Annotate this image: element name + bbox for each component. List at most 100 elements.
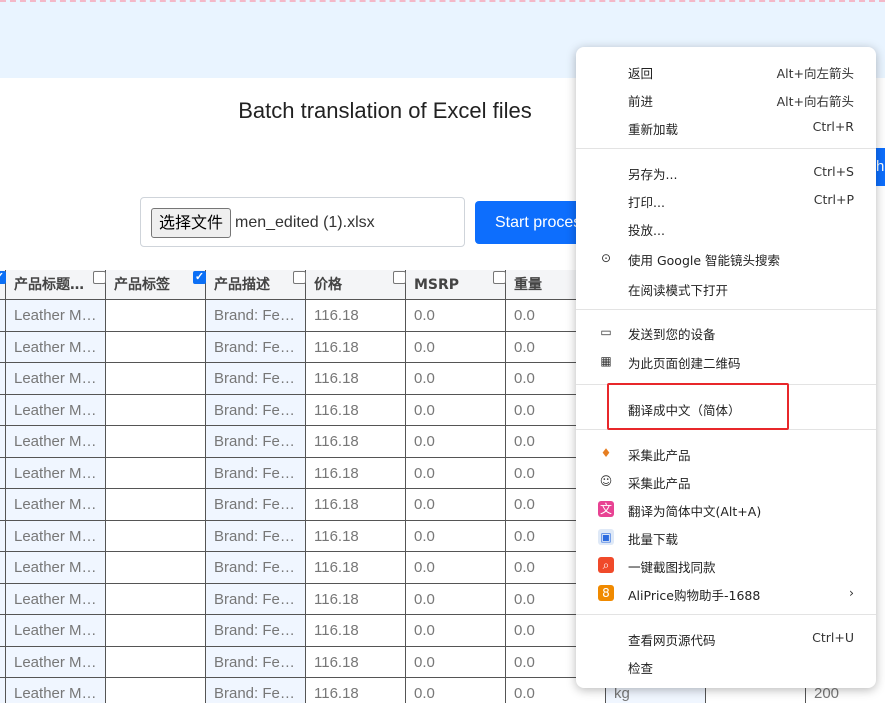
context-menu-item[interactable]: 另存为... Ctrl+S <box>576 159 876 185</box>
table-cell[interactable]: Leather M… <box>6 646 106 678</box>
robot-icon: ☺ <box>598 473 614 489</box>
table-cell[interactable]: 116.18 <box>306 583 406 615</box>
table-cell[interactable]: 116.18 <box>306 615 406 647</box>
table-cell[interactable]: 116.18 <box>306 331 406 363</box>
menu-item-label: 采集此产品 <box>628 448 691 463</box>
context-menu-item[interactable]: 重新加载 Ctrl+R <box>576 114 876 140</box>
column-header[interactable]: 产品标签 <box>106 270 206 300</box>
table-cell[interactable]: 0.0 <box>406 615 506 647</box>
table-cell[interactable]: 0.0 <box>406 394 506 426</box>
table-cell[interactable]: Brand: Fe… <box>206 331 306 363</box>
context-menu-item[interactable]: 前进 Alt+向右箭头 <box>576 86 876 112</box>
table-cell[interactable]: 0.0 <box>406 646 506 678</box>
table-cell[interactable]: Brand: Fe… <box>206 646 306 678</box>
table-cell[interactable] <box>106 426 206 458</box>
context-menu-item[interactable]: ▭ 发送到您的设备 <box>576 319 876 345</box>
context-menu-item[interactable]: 打印... Ctrl+P <box>576 187 876 213</box>
table-cell[interactable]: 0.0 <box>406 457 506 489</box>
table-cell[interactable]: Leather M… <box>6 426 106 458</box>
column-select-checkbox[interactable] <box>93 271 106 284</box>
table-cell[interactable] <box>106 583 206 615</box>
context-menu-item[interactable]: 投放... <box>576 215 876 241</box>
table-cell[interactable]: Brand: Fe… <box>206 394 306 426</box>
table-cell[interactable]: 116.18 <box>306 394 406 426</box>
table-cell[interactable]: 0.0 <box>406 678 506 703</box>
table-cell[interactable]: 116.18 <box>306 678 406 703</box>
table-cell[interactable]: Brand: Fe… <box>206 426 306 458</box>
table-cell[interactable]: Leather M… <box>6 300 106 332</box>
table-cell[interactable]: Leather M… <box>6 331 106 363</box>
menu-item-label: 采集此产品 <box>628 476 691 491</box>
column-select-checkbox[interactable] <box>393 271 406 284</box>
column-select-checkbox[interactable] <box>493 271 506 284</box>
column-header[interactable]: 产品描述 <box>206 270 306 300</box>
choose-file-button[interactable]: 选择文件 <box>151 208 232 238</box>
table-cell[interactable]: Leather M… <box>6 394 106 426</box>
table-cell[interactable]: Brand: Fe… <box>206 552 306 584</box>
table-cell[interactable]: Brand: Fe… <box>206 300 306 332</box>
table-cell[interactable]: 0.0 <box>406 583 506 615</box>
qr-icon: ▦ <box>598 353 614 369</box>
table-cell[interactable]: Leather M… <box>6 615 106 647</box>
table-cell[interactable]: 116.18 <box>306 426 406 458</box>
table-cell[interactable]: 116.18 <box>306 552 406 584</box>
table-cell[interactable]: Brand: Fe… <box>206 520 306 552</box>
table-cell[interactable]: Leather M… <box>6 520 106 552</box>
table-cell[interactable] <box>106 300 206 332</box>
context-menu-item[interactable]: ▦ 为此页面创建二维码 <box>576 348 876 374</box>
table-cell[interactable]: Leather M… <box>6 678 106 703</box>
table-cell[interactable]: Leather M… <box>6 583 106 615</box>
table-cell[interactable] <box>106 457 206 489</box>
context-menu-item[interactable]: 在阅读模式下打开 <box>576 275 876 301</box>
column-select-checkbox[interactable]: ✓ <box>0 271 6 284</box>
column-header[interactable]: 价格 <box>306 270 406 300</box>
context-menu-item[interactable]: 查看网页源代码 Ctrl+U <box>576 625 876 651</box>
table-cell[interactable]: 116.18 <box>306 363 406 395</box>
table-cell[interactable]: 0.0 <box>406 489 506 521</box>
column-header[interactable]: MSRP <box>406 270 506 300</box>
table-cell[interactable]: Leather M… <box>6 457 106 489</box>
table-cell[interactable]: 0.0 <box>406 331 506 363</box>
context-menu-item[interactable]: ▣ 批量下载 <box>576 524 876 550</box>
table-cell[interactable]: 0.0 <box>406 552 506 584</box>
table-cell[interactable] <box>106 394 206 426</box>
column-header[interactable]: 产品标题… <box>6 270 106 300</box>
table-cell[interactable]: Leather M… <box>6 489 106 521</box>
table-cell[interactable]: Brand: Fe… <box>206 615 306 647</box>
table-cell[interactable] <box>106 646 206 678</box>
table-cell[interactable]: Brand: Fe… <box>206 363 306 395</box>
table-cell[interactable]: Leather M… <box>6 552 106 584</box>
table-cell[interactable]: Brand: Fe… <box>206 583 306 615</box>
table-cell[interactable]: 0.0 <box>406 363 506 395</box>
table-cell[interactable] <box>106 331 206 363</box>
context-menu-item[interactable]: ☺ 采集此产品 <box>576 468 876 494</box>
table-cell[interactable] <box>106 520 206 552</box>
table-cell[interactable] <box>106 678 206 703</box>
context-menu-item[interactable]: 检查 <box>576 653 876 679</box>
table-cell[interactable] <box>106 552 206 584</box>
table-cell[interactable]: 116.18 <box>306 520 406 552</box>
menu-item-label: 投放... <box>628 223 665 238</box>
table-cell[interactable] <box>106 615 206 647</box>
table-cell[interactable]: Brand: Fe… <box>206 457 306 489</box>
context-menu-item[interactable]: 8 AliPrice购物助手-1688 › <box>576 580 876 606</box>
table-cell[interactable]: 116.18 <box>306 489 406 521</box>
context-menu-item[interactable]: 文翻译为简体中文(Alt+A) <box>576 496 876 522</box>
table-cell[interactable]: 116.18 <box>306 646 406 678</box>
table-cell[interactable]: 0.0 <box>406 300 506 332</box>
table-cell[interactable] <box>106 363 206 395</box>
table-cell[interactable]: 0.0 <box>406 426 506 458</box>
context-menu-item[interactable]: ⊙ 使用 Google 智能镜头搜索 <box>576 245 876 271</box>
context-menu-item[interactable]: 返回 Alt+向左箭头 <box>576 58 876 84</box>
table-cell[interactable]: 0.0 <box>406 520 506 552</box>
column-select-checkbox[interactable]: ✓ <box>193 271 206 284</box>
column-select-checkbox[interactable] <box>293 271 306 284</box>
table-cell[interactable]: Leather M… <box>6 363 106 395</box>
context-menu-item[interactable]: ♦ 采集此产品 <box>576 440 876 466</box>
table-cell[interactable] <box>106 489 206 521</box>
table-cell[interactable]: 116.18 <box>306 457 406 489</box>
context-menu-item[interactable]: ⌕ 一键截图找同款 <box>576 552 876 578</box>
table-cell[interactable]: Brand: Fe… <box>206 678 306 703</box>
table-cell[interactable]: Brand: Fe… <box>206 489 306 521</box>
table-cell[interactable]: 116.18 <box>306 300 406 332</box>
